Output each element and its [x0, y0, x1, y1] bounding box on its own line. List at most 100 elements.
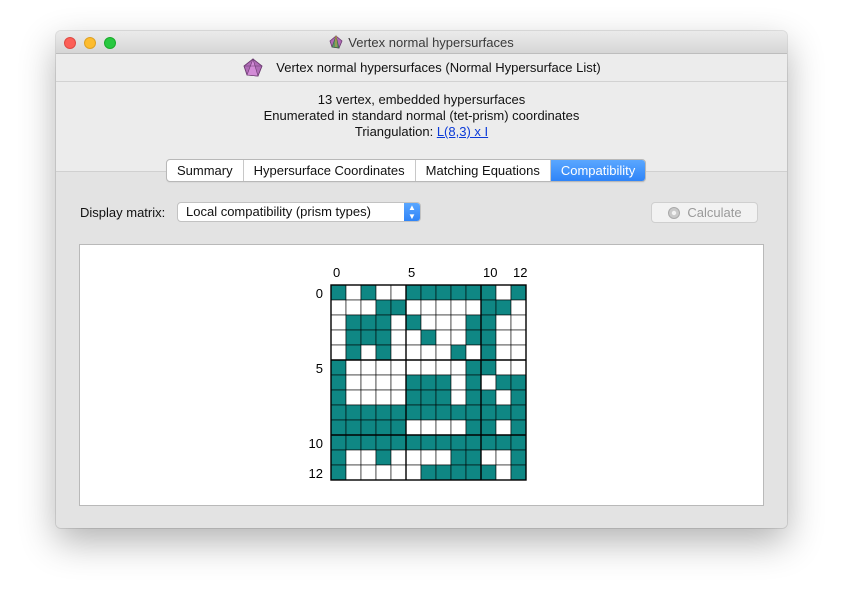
matrix-cell[interactable] [375, 314, 392, 331]
matrix-cell[interactable] [330, 329, 347, 346]
matrix-cell[interactable] [330, 359, 347, 376]
matrix-cell[interactable] [435, 404, 452, 421]
matrix-cell[interactable] [510, 299, 527, 316]
matrix-cell[interactable] [390, 449, 407, 466]
matrix-cell[interactable] [375, 389, 392, 406]
matrix-cell[interactable] [450, 284, 467, 301]
matrix-cell[interactable] [360, 419, 377, 436]
matrix-cell[interactable] [345, 449, 362, 466]
matrix-cell[interactable] [450, 374, 467, 391]
matrix-cell[interactable] [510, 434, 527, 451]
matrix-cell[interactable] [510, 449, 527, 466]
matrix-cell[interactable] [330, 434, 347, 451]
matrix-cell[interactable] [390, 359, 407, 376]
matrix-cell[interactable] [360, 374, 377, 391]
matrix-cell[interactable] [495, 389, 512, 406]
matrix-cell[interactable] [420, 464, 437, 481]
matrix-cell[interactable] [345, 314, 362, 331]
triangulation-link[interactable]: L(8,3) x I [437, 124, 488, 139]
matrix-cell[interactable] [345, 299, 362, 316]
matrix-cell[interactable] [420, 329, 437, 346]
matrix-cell[interactable] [375, 344, 392, 361]
title-bar[interactable]: Vertex normal hypersurfaces [56, 31, 787, 54]
matrix-cell[interactable] [405, 284, 422, 301]
matrix-cell[interactable] [390, 389, 407, 406]
matrix-cell[interactable] [330, 389, 347, 406]
matrix-cell[interactable] [360, 359, 377, 376]
matrix-cell[interactable] [495, 299, 512, 316]
matrix-cell[interactable] [405, 359, 422, 376]
matrix-cell[interactable] [405, 419, 422, 436]
matrix-cell[interactable] [465, 359, 482, 376]
matrix-cell[interactable] [435, 434, 452, 451]
matrix-cell[interactable] [465, 284, 482, 301]
matrix-cell[interactable] [510, 359, 527, 376]
matrix-cell[interactable] [420, 284, 437, 301]
matrix-cell[interactable] [510, 374, 527, 391]
matrix-cell[interactable] [405, 374, 422, 391]
matrix-cell[interactable] [450, 404, 467, 421]
matrix-cell[interactable] [375, 434, 392, 451]
matrix-cell[interactable] [375, 419, 392, 436]
matrix-cell[interactable] [330, 299, 347, 316]
matrix-cell[interactable] [360, 284, 377, 301]
matrix-cell[interactable] [420, 389, 437, 406]
matrix-cell[interactable] [405, 389, 422, 406]
matrix-cell[interactable] [405, 404, 422, 421]
matrix-cell[interactable] [390, 404, 407, 421]
matrix-cell[interactable] [450, 359, 467, 376]
matrix-cell[interactable] [435, 449, 452, 466]
matrix-cell[interactable] [360, 404, 377, 421]
matrix-cell[interactable] [435, 374, 452, 391]
matrix-cell[interactable] [345, 389, 362, 406]
matrix-cell[interactable] [420, 344, 437, 361]
matrix-cell[interactable] [420, 449, 437, 466]
matrix-cell[interactable] [465, 329, 482, 346]
matrix-cell[interactable] [480, 434, 497, 451]
matrix-cell[interactable] [495, 329, 512, 346]
matrix-cell[interactable] [435, 464, 452, 481]
matrix-cell[interactable] [420, 434, 437, 451]
matrix-cell[interactable] [495, 464, 512, 481]
matrix-cell[interactable] [480, 464, 497, 481]
matrix-cell[interactable] [420, 314, 437, 331]
matrix-cell[interactable] [495, 374, 512, 391]
matrix-cell[interactable] [450, 314, 467, 331]
matrix-cell[interactable] [465, 434, 482, 451]
matrix-cell[interactable] [405, 434, 422, 451]
matrix-cell[interactable] [480, 449, 497, 466]
matrix-cell[interactable] [360, 434, 377, 451]
matrix-cell[interactable] [345, 329, 362, 346]
matrix-cell[interactable] [495, 419, 512, 436]
matrix-cell[interactable] [330, 449, 347, 466]
matrix-cell[interactable] [465, 299, 482, 316]
matrix-cell[interactable] [450, 464, 467, 481]
matrix-cell[interactable] [465, 314, 482, 331]
matrix-cell[interactable] [495, 314, 512, 331]
matrix-cell[interactable] [510, 284, 527, 301]
matrix-cell[interactable] [510, 464, 527, 481]
matrix-cell[interactable] [390, 434, 407, 451]
matrix-cell[interactable] [360, 389, 377, 406]
matrix-cell[interactable] [495, 434, 512, 451]
matrix-cell[interactable] [465, 404, 482, 421]
matrix-cell[interactable] [390, 374, 407, 391]
matrix-cell[interactable] [360, 329, 377, 346]
matrix-cell[interactable] [330, 419, 347, 436]
matrix-cell[interactable] [330, 284, 347, 301]
matrix-cell[interactable] [330, 464, 347, 481]
matrix-cell[interactable] [330, 314, 347, 331]
matrix-cell[interactable] [345, 419, 362, 436]
matrix-cell[interactable] [480, 314, 497, 331]
matrix-cell[interactable] [435, 314, 452, 331]
matrix-cell[interactable] [345, 359, 362, 376]
matrix-cell[interactable] [375, 374, 392, 391]
matrix-cell[interactable] [405, 344, 422, 361]
matrix-cell[interactable] [495, 344, 512, 361]
matrix-cell[interactable] [435, 389, 452, 406]
matrix-cell[interactable] [480, 419, 497, 436]
matrix-cell[interactable] [510, 404, 527, 421]
matrix-cell[interactable] [420, 299, 437, 316]
matrix-cell[interactable] [465, 389, 482, 406]
matrix-cell[interactable] [420, 404, 437, 421]
